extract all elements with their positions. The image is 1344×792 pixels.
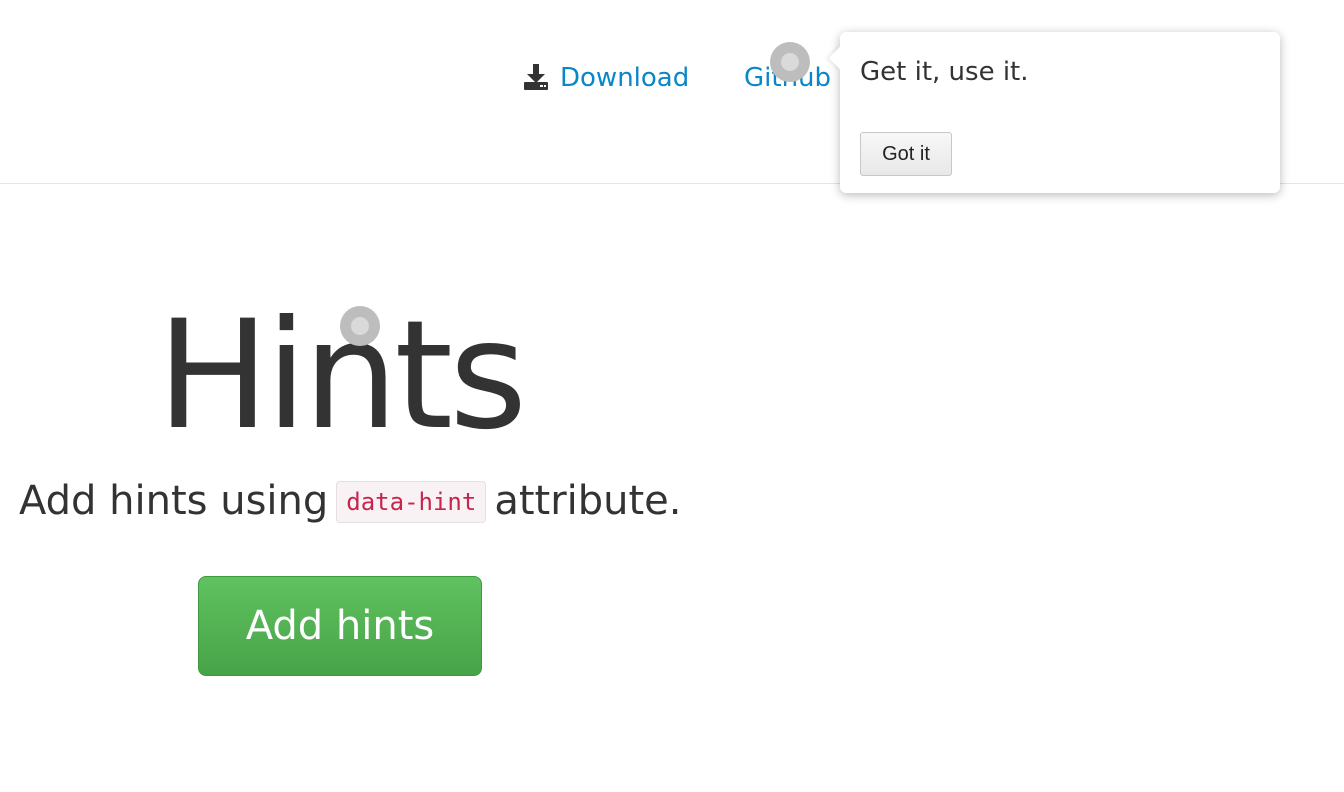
hero-subtitle: Add hints using data-hint attribute. [19, 478, 682, 524]
page: Download Github Get it, use it. Got it H… [0, 0, 1344, 792]
hint-popover: Get it, use it. Got it [840, 32, 1280, 193]
got-it-button[interactable]: Got it [860, 132, 952, 176]
code-snippet: data-hint [336, 481, 487, 523]
popover-text: Get it, use it. [860, 57, 1029, 87]
download-icon [524, 64, 548, 90]
subtitle-text-before: Add hints using [19, 478, 329, 524]
hint-beacon-title[interactable] [340, 306, 380, 346]
subtitle-text-after: attribute. [494, 478, 682, 524]
add-hints-button[interactable]: Add hints [198, 576, 482, 676]
hint-beacon-github[interactable] [770, 42, 810, 82]
download-label: Download [560, 63, 690, 93]
download-link[interactable]: Download [524, 60, 689, 96]
